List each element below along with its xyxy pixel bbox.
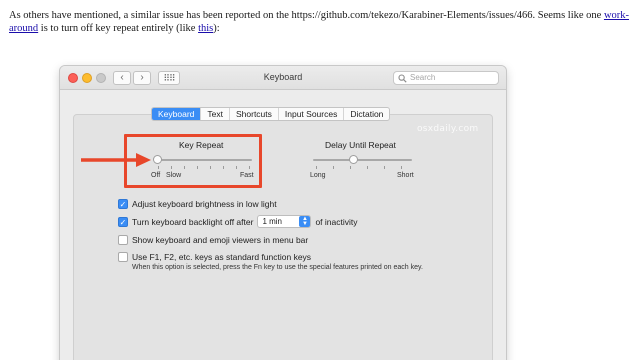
slider-tick bbox=[401, 166, 402, 169]
option-label: Adjust keyboard brightness in low light bbox=[132, 199, 277, 209]
title-bar: ‹ › ⠿⠿ Keyboard Search bbox=[60, 66, 506, 90]
checkmark-icon[interactable]: ✓ bbox=[118, 216, 128, 227]
inactivity-duration-popup[interactable]: 1 min ▲ ▼ bbox=[257, 215, 312, 228]
intro-text-2: is to turn off key repeat entirely (like bbox=[38, 23, 199, 34]
intro-paragraph: As others have mentioned, a similar issu… bbox=[9, 9, 629, 35]
tab-input-sources[interactable]: Input Sources bbox=[277, 108, 343, 120]
delay-slider-track[interactable] bbox=[313, 159, 412, 161]
checkbox[interactable] bbox=[118, 235, 128, 245]
function-keys-note: When this option is selected, press the … bbox=[132, 264, 423, 271]
magnifier-icon bbox=[398, 74, 407, 83]
tab-keyboard[interactable]: Keyboard bbox=[152, 108, 201, 120]
option-adjust-brightness[interactable]: ✓ Adjust keyboard brightness in low ligh… bbox=[118, 199, 277, 209]
up-down-chevron-icon: ▲ ▼ bbox=[299, 216, 311, 227]
intro-text-3: ): bbox=[213, 23, 220, 34]
tab-text[interactable]: Text bbox=[200, 108, 229, 120]
slider-tick bbox=[384, 166, 385, 169]
annotation-arrow-icon bbox=[81, 153, 151, 167]
tab-bar: Keyboard Text Shortcuts Input Sources Di… bbox=[151, 107, 391, 121]
search-placeholder: Search bbox=[410, 73, 436, 82]
option-function-keys[interactable]: Use F1, F2, etc. keys as standard functi… bbox=[118, 252, 311, 262]
popup-value: 1 min bbox=[262, 217, 282, 226]
option-label: Turn keyboard backlight off after bbox=[132, 216, 254, 227]
delay-short-label: Short bbox=[397, 172, 414, 179]
slider-tick bbox=[316, 166, 317, 169]
watermark: osxdaily.com bbox=[417, 124, 479, 134]
tab-shortcuts[interactable]: Shortcuts bbox=[228, 108, 278, 120]
delay-slider-knob[interactable] bbox=[349, 155, 358, 164]
slider-tick bbox=[367, 166, 368, 169]
delay-long-label: Long bbox=[310, 172, 326, 179]
tab-dictation[interactable]: Dictation bbox=[343, 108, 389, 120]
checkmark-icon[interactable]: ✓ bbox=[118, 199, 128, 209]
checkbox[interactable] bbox=[118, 252, 128, 262]
option-label: Show keyboard and emoji viewers in menu … bbox=[132, 235, 309, 245]
slider-tick bbox=[350, 166, 351, 169]
intro-text-1: As others have mentioned, a similar issu… bbox=[9, 10, 604, 21]
option-label: Use F1, F2, etc. keys as standard functi… bbox=[132, 252, 312, 262]
search-field[interactable]: Search bbox=[393, 71, 499, 85]
option-backlight-off[interactable]: ✓ Turn keyboard backlight off after 1 mi… bbox=[118, 215, 357, 228]
option-label-suffix: of inactivity bbox=[315, 216, 358, 227]
this-link[interactable]: this bbox=[198, 23, 213, 34]
slider-tick bbox=[333, 166, 334, 169]
delay-until-repeat-label: Delay Until Repeat bbox=[325, 140, 396, 150]
keyboard-preferences-window: ‹ › ⠿⠿ Keyboard Search Keyboard Text Sho… bbox=[60, 66, 506, 360]
option-show-viewers[interactable]: Show keyboard and emoji viewers in menu … bbox=[118, 235, 308, 245]
